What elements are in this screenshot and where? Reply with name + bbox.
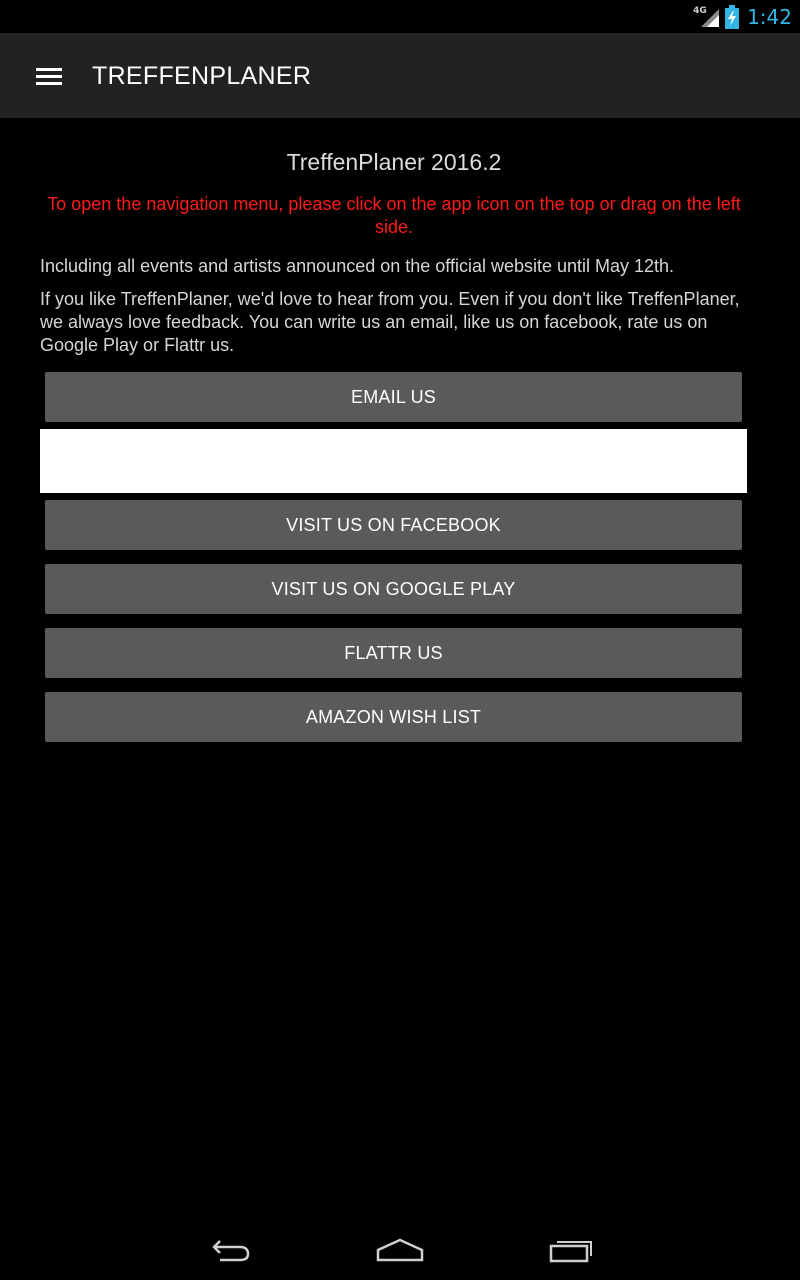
- status-icons: 4G 1:42: [693, 0, 792, 33]
- status-bar: 4G 1:42: [0, 0, 800, 33]
- app-title: TREFFENPLANER: [92, 62, 312, 90]
- home-icon: [376, 1238, 424, 1262]
- hamburger-menu-button[interactable]: [22, 53, 76, 99]
- email-us-button[interactable]: EMAIL US: [45, 372, 742, 422]
- blank-white-panel: [40, 429, 747, 493]
- navigation-hint: To open the navigation menu, please clic…: [47, 194, 741, 237]
- hamburger-menu-icon: [36, 64, 62, 89]
- version-title: TreffenPlaner 2016.2: [286, 149, 502, 175]
- recent-apps-button[interactable]: [541, 1230, 601, 1270]
- battery-charging-icon: [725, 4, 740, 29]
- home-button[interactable]: [370, 1230, 430, 1270]
- recent-apps-icon: [549, 1241, 592, 1263]
- amazon-wish-list-button[interactable]: AMAZON WISH LIST: [45, 692, 742, 742]
- action-bar: TREFFENPLANER: [0, 33, 800, 118]
- status-clock: 1:42: [747, 4, 792, 29]
- cell-signal-icon: 4G: [693, 5, 720, 29]
- flattr-us-button[interactable]: FLATTR US: [45, 628, 742, 678]
- back-icon: [212, 1240, 250, 1262]
- feedback-info-text: If you like TreffenPlaner, we'd love to …: [40, 289, 740, 355]
- events-info-text: Including all events and artists announc…: [40, 256, 675, 276]
- visit-facebook-button[interactable]: VISIT US ON FACEBOOK: [45, 500, 742, 550]
- system-navigation-bar: [0, 1220, 800, 1280]
- back-button[interactable]: [200, 1230, 260, 1270]
- visit-google-play-button[interactable]: VISIT US ON GOOGLE PLAY: [45, 564, 742, 614]
